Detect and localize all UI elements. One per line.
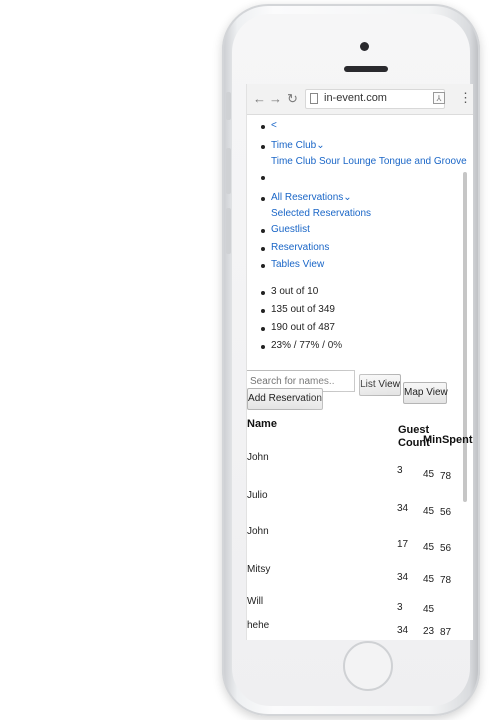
page-icon (310, 93, 318, 104)
front-camera (360, 42, 369, 51)
cell-min: 45 (423, 604, 435, 615)
list-bullet (261, 345, 265, 349)
cell-guests: 3 (397, 602, 403, 613)
list-bullet (261, 125, 265, 129)
list-bullet (261, 247, 265, 251)
cell-min: 45 (423, 506, 435, 517)
header-min-spent: MinSpent (423, 434, 473, 446)
home-button[interactable] (343, 641, 393, 691)
cell-name: hehe (247, 620, 270, 631)
guestlist-link[interactable]: Guestlist (271, 224, 310, 235)
cell-name: John (247, 452, 269, 463)
selected-reservations-link[interactable]: Selected Reservations (271, 208, 371, 219)
mute-switch (226, 92, 231, 120)
phone-screen: ← → ↻ in-event.com ⅄ ⋮ < Time Club⌄ Time… (246, 84, 473, 640)
header-name: Name (247, 418, 277, 430)
cell-spent: 78 (440, 471, 452, 482)
list-view-button[interactable]: List View (359, 374, 401, 396)
cell-guests: 17 (397, 539, 409, 550)
reservations-dropdown[interactable]: All Reservations⌄ (271, 192, 352, 203)
chevron-down-icon: ⌄ (343, 192, 352, 203)
browser-toolbar: ← → ↻ in-event.com ⅄ ⋮ (247, 84, 473, 115)
earpiece-speaker (344, 66, 388, 72)
list-bullet (261, 264, 265, 268)
venue-dropdown[interactable]: Time Club⌄ (271, 140, 325, 151)
stat-item: 190 out of 487 (271, 322, 335, 333)
back-link[interactable]: < (271, 120, 277, 131)
address-bar[interactable]: in-event.com (305, 89, 445, 109)
cell-spent: 56 (440, 507, 452, 518)
cell-guests: 34 (397, 572, 409, 583)
cell-name: Will (247, 596, 264, 607)
volume-up-button (226, 148, 231, 194)
cell-spent: 87 (440, 627, 452, 638)
cell-min: 45 (423, 574, 435, 585)
cell-name: Mitsy (247, 564, 271, 575)
stat-item: 3 out of 10 (271, 286, 319, 297)
list-bullet (261, 145, 265, 149)
list-bullet (261, 291, 265, 295)
add-reservation-button[interactable]: Add Reservation (247, 388, 323, 410)
back-arrow-icon[interactable]: ← (253, 91, 266, 106)
forward-arrow-icon[interactable]: → (269, 91, 282, 106)
list-bullet (261, 309, 265, 313)
chevron-down-icon: ⌄ (316, 140, 325, 151)
reload-icon[interactable]: ↻ (287, 91, 298, 107)
cell-min: 45 (423, 542, 435, 553)
map-view-button[interactable]: Map View (403, 382, 448, 404)
cell-min: 23 (423, 626, 435, 637)
cell-name: Julio (247, 490, 268, 501)
more-menu-icon[interactable]: ⋮ (459, 90, 472, 106)
extension-icon[interactable]: ⅄ (433, 92, 445, 104)
venue-label: Time Club (271, 140, 317, 151)
list-bullet (261, 229, 265, 233)
reservations-menu-label: All Reservations (271, 192, 344, 203)
stat-item: 135 out of 349 (271, 304, 335, 315)
cell-guests: 34 (397, 625, 409, 636)
stat-item: 23% / 77% / 0% (271, 340, 343, 351)
page-scrollbar[interactable] (463, 172, 467, 502)
venue-options[interactable]: Time Club Sour Lounge Tongue and Groove (271, 156, 467, 167)
list-bullet (261, 327, 265, 331)
cell-guests: 34 (397, 503, 409, 514)
list-bullet (261, 197, 265, 201)
cell-spent: 56 (440, 543, 452, 554)
reservations-link[interactable]: Reservations (271, 242, 329, 253)
tables-view-link[interactable]: Tables View (271, 259, 324, 270)
list-bullet (261, 176, 265, 180)
cell-guests: 3 (397, 465, 403, 476)
cell-name: John (247, 526, 269, 537)
cell-min: 45 (423, 469, 435, 480)
cell-spent: 78 (440, 575, 452, 586)
url-text: in-event.com (324, 92, 387, 104)
volume-down-button (226, 208, 231, 254)
